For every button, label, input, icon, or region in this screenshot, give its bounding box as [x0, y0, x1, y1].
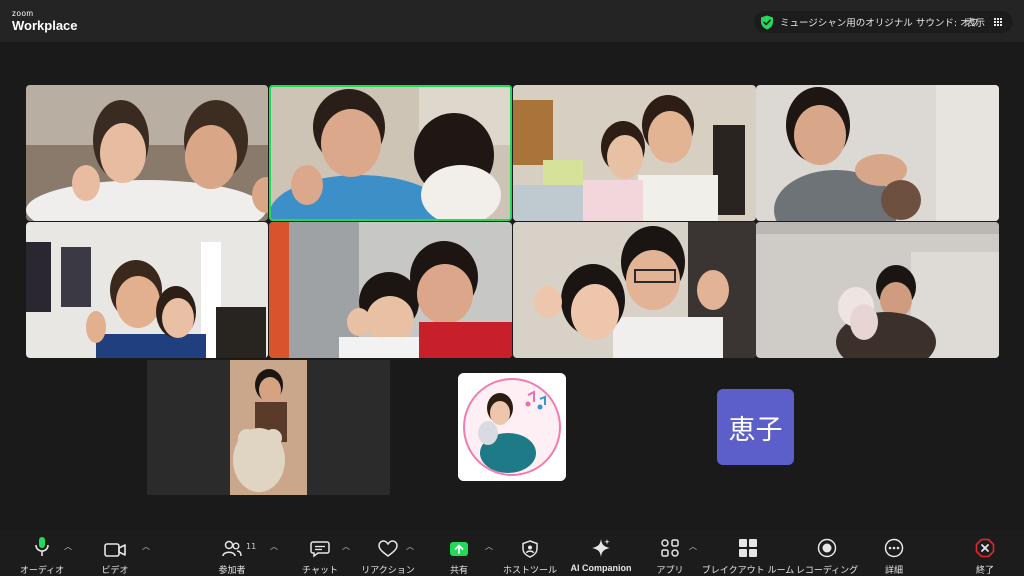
- video-tile-7[interactable]: [513, 222, 756, 358]
- top-bar: zoom Workplace ミュージシャン用のオリジナル サウンド: オフ 表…: [0, 0, 1024, 42]
- reactions-label: リアクション: [361, 566, 415, 576]
- chat-bubble-icon: [310, 534, 330, 558]
- reactions-button[interactable]: リアクション: [361, 530, 415, 576]
- video-tile-8[interactable]: [756, 222, 999, 358]
- participant-avatar[interactable]: 恵子: [717, 389, 794, 465]
- end-meeting-button[interactable]: 終了: [968, 530, 1002, 576]
- reactions-options-chevron-icon[interactable]: ︿: [406, 541, 414, 552]
- grid-view-icon[interactable]: [993, 17, 1002, 26]
- share-label: 共有: [449, 566, 468, 576]
- profile-picture: [458, 373, 566, 481]
- video-tile-9[interactable]: [147, 360, 390, 495]
- video-tile-5[interactable]: [26, 222, 268, 358]
- video-feed: [269, 85, 512, 221]
- video-tile-6[interactable]: [269, 222, 512, 358]
- apps-label: アプリ: [656, 566, 684, 576]
- more-dots-icon: [884, 534, 904, 558]
- participants-count: 11: [246, 542, 257, 551]
- view-button[interactable]: 表示: [966, 15, 985, 29]
- heart-icon: [378, 534, 398, 558]
- shield-check-icon: [761, 15, 773, 29]
- recording-label: レコーディング: [795, 566, 859, 576]
- breakout-rooms-label: ブレイクアウト ルーム: [701, 566, 795, 576]
- share-screen-icon: [449, 534, 469, 558]
- host-tools-button[interactable]: ホストツール: [502, 530, 558, 576]
- participants-icon: [222, 534, 242, 558]
- video-options-chevron-icon[interactable]: ︿: [142, 541, 150, 552]
- video-tile-1[interactable]: [26, 85, 268, 221]
- audio-label: オーディオ: [19, 566, 65, 576]
- video-feed: [513, 85, 756, 221]
- audio-button[interactable]: オーディオ: [17, 530, 67, 576]
- end-label: 終了: [975, 566, 994, 576]
- participants-button[interactable]: 参加者: [210, 530, 254, 576]
- video-feed: [756, 85, 999, 221]
- ai-companion-button[interactable]: AI Companion: [565, 530, 637, 576]
- video-feed: [26, 85, 268, 221]
- zoom-logo: zoom Workplace: [12, 9, 78, 33]
- avatar-initials: 恵子: [728, 414, 783, 446]
- video-label: ビデオ: [101, 566, 129, 576]
- video-button[interactable]: ビデオ: [94, 530, 136, 576]
- record-icon: [817, 534, 837, 558]
- chat-button[interactable]: チャット: [300, 530, 340, 576]
- video-feed: [26, 222, 268, 358]
- participants-options-chevron-icon[interactable]: ︿: [270, 541, 278, 552]
- breakout-rooms-button[interactable]: ブレイクアウト ルーム: [702, 530, 794, 576]
- audio-status-label: ミュージシャン用のオリジナル サウンド: オフ: [780, 18, 980, 29]
- video-tile-active-speaker[interactable]: [269, 85, 512, 221]
- meeting-toolbar: オーディオ ︿ ビデオ ︿ 参加者 11 ︿ チャット ︿ リアクション ︿ 共…: [0, 530, 1024, 576]
- chat-label: チャット: [302, 566, 338, 576]
- more-button[interactable]: 詳細: [876, 530, 912, 576]
- shield-icon: [522, 534, 538, 558]
- video-tile-3[interactable]: [513, 85, 756, 221]
- more-label: 詳細: [884, 566, 903, 576]
- host-tools-label: ホストツール: [502, 566, 557, 576]
- close-icon: [975, 534, 995, 558]
- audio-options-chevron-icon[interactable]: ︿: [64, 541, 72, 552]
- brand-small: zoom: [12, 9, 34, 18]
- share-button[interactable]: 共有: [444, 530, 474, 576]
- sparkle-icon: [591, 534, 611, 558]
- recording-button[interactable]: レコーディング: [795, 530, 859, 576]
- breakout-rooms-icon: [738, 534, 758, 558]
- brand-name: Workplace: [12, 18, 78, 33]
- video-feed: [147, 360, 390, 495]
- video-tile-4[interactable]: [756, 85, 999, 221]
- chat-options-chevron-icon[interactable]: ︿: [342, 541, 350, 552]
- video-camera-icon: [104, 534, 126, 558]
- microphone-icon: [34, 534, 50, 558]
- apps-button[interactable]: アプリ: [652, 530, 688, 576]
- apps-icon: [660, 534, 680, 558]
- video-feed: [269, 222, 512, 358]
- share-options-chevron-icon[interactable]: ︿: [485, 541, 493, 552]
- participants-label: 参加者: [218, 566, 246, 576]
- participant-profile-tile[interactable]: [458, 373, 566, 481]
- video-feed: [756, 222, 999, 358]
- video-feed: [513, 222, 756, 358]
- audio-status-pill[interactable]: ミュージシャン用のオリジナル サウンド: オフ 表示: [754, 11, 1013, 33]
- apps-options-chevron-icon[interactable]: ︿: [689, 541, 697, 552]
- ai-companion-label: AI Companion: [570, 563, 632, 573]
